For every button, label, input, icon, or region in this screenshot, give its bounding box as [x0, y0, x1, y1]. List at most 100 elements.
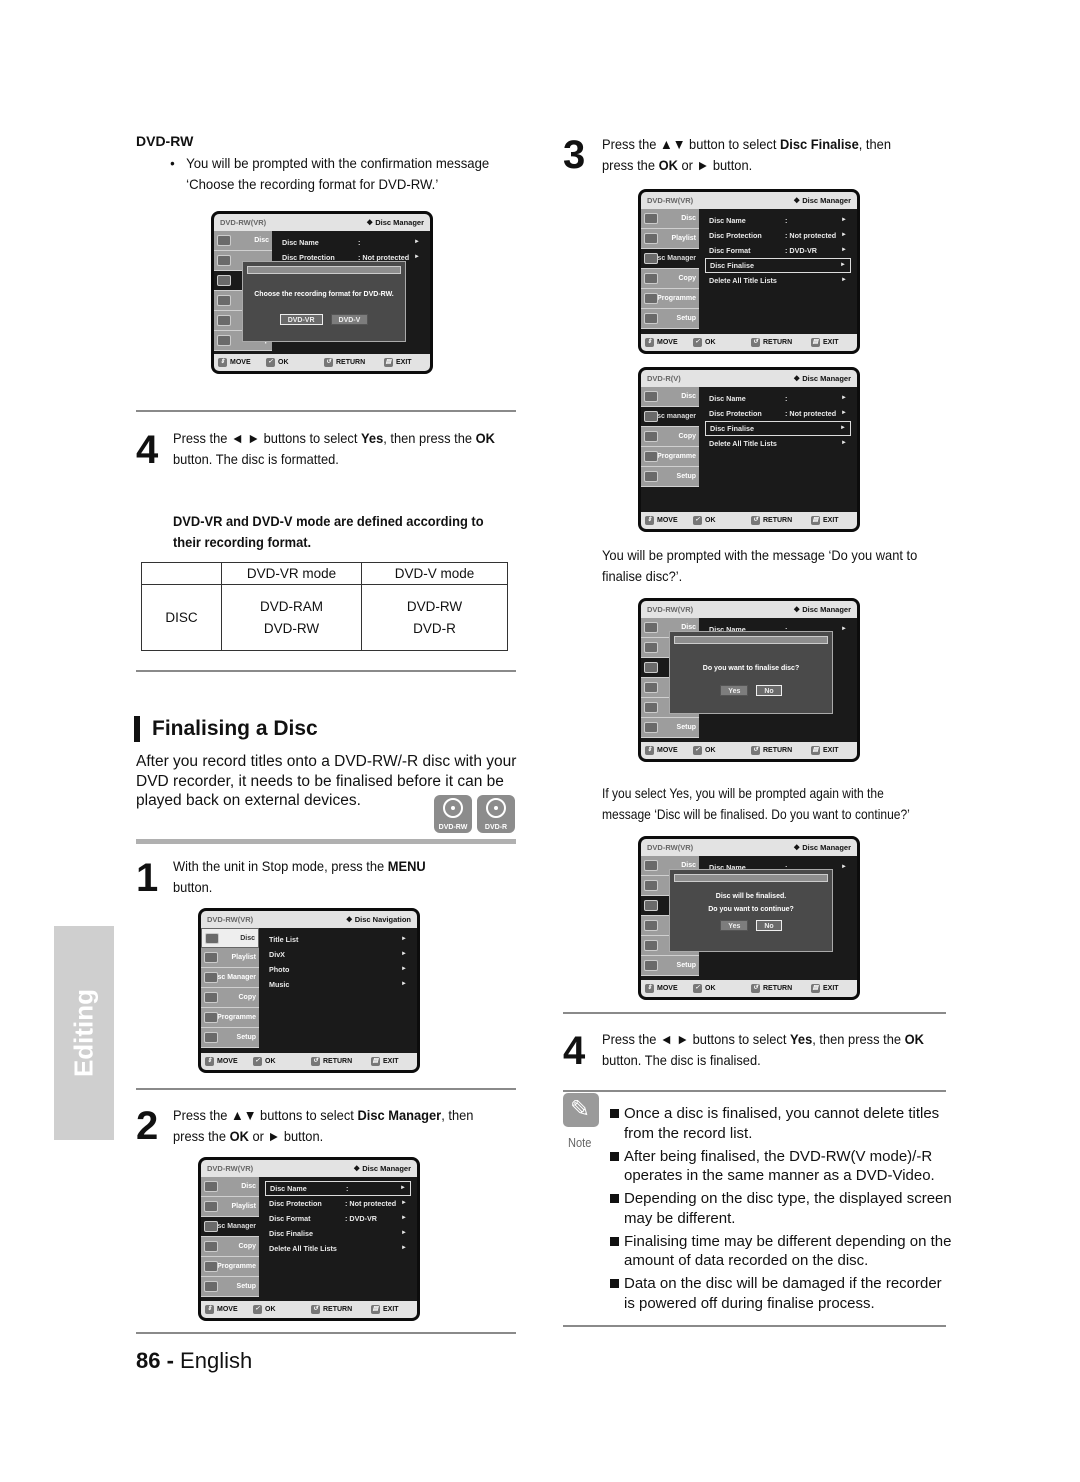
osd-format-prompt: DVD-RW(VR)❖ Disc Manager Disc Navigation… — [211, 211, 433, 374]
menu-row[interactable]: Disc Name: ► — [265, 1181, 411, 1196]
menu-row[interactable]: Disc Finalise ► — [705, 258, 851, 273]
menu-disc-manager[interactable]: Disc Manager — [201, 968, 259, 988]
menu-row[interactable]: Disc Protection: Not protected ► — [705, 406, 851, 421]
disc-manager-icon — [644, 662, 658, 673]
setup-icon — [644, 722, 658, 733]
menu-row[interactable]: Disc Finalise ► — [265, 1226, 411, 1241]
menu-row[interactable]: Music ► — [265, 977, 411, 992]
table-cell: DVD-RW DVD-R — [361, 584, 508, 651]
mode-table: DVD-VR mode DVD-V mode DISC DVD-RAM DVD-R… — [141, 562, 508, 651]
menu-row[interactable]: Delete All Title Lists ► — [705, 273, 851, 288]
playlist-icon — [204, 1201, 218, 1212]
step-number: 1 — [136, 856, 158, 900]
menu-row[interactable]: Disc Name: ► — [705, 391, 851, 406]
return-icon: ↺ — [751, 516, 760, 525]
ok-icon: ✓ — [266, 358, 275, 367]
continue-dialog-line1: Disc will be finalised. — [715, 893, 787, 900]
section-tab: Editing — [54, 926, 114, 1140]
yes-button[interactable]: Yes — [720, 685, 749, 696]
no-button[interactable]: No — [756, 685, 782, 696]
exit-icon: ▤ — [811, 984, 820, 993]
copy-icon — [644, 431, 658, 442]
menu-row[interactable]: Disc Format: DVD-VR ► — [705, 243, 851, 258]
divider — [136, 670, 516, 672]
step-3-text: Press the ▲▼ button to select Disc Final… — [602, 136, 891, 173]
note-list: Once a disc is finalised, you cannot del… — [608, 1104, 953, 1317]
dvd-v-button[interactable]: DVD-V — [330, 314, 369, 325]
menu-row[interactable]: Disc Finalise ► — [705, 421, 851, 436]
exit-icon: ▤ — [811, 746, 820, 755]
setup-icon — [217, 335, 231, 346]
continue-dialog-line2: Do you want to continue? — [708, 906, 794, 913]
menu-row[interactable]: Disc Protection: Not protected ► — [705, 228, 851, 243]
setup-icon — [204, 1032, 218, 1043]
divider — [136, 839, 516, 844]
disc-navigation-icon — [644, 213, 658, 224]
format-dialog-message: Choose the recording format for DVD-RW. — [254, 291, 394, 298]
menu-programme[interactable]: Programme — [201, 1008, 259, 1028]
step-number: 2 — [136, 1104, 158, 1148]
note-item: Depending on the disc type, the displaye… — [608, 1189, 953, 1228]
note-item: After being finalised, the DVD-RW(V mode… — [608, 1147, 953, 1186]
playlist-icon — [204, 952, 218, 963]
programme-icon — [644, 451, 658, 462]
finalise-dialog: Do you want to finalise disc? Yes No — [669, 631, 833, 714]
menu-row[interactable]: Disc Format: DVD-VR ► — [265, 1211, 411, 1226]
exit-icon: ▤ — [384, 358, 393, 367]
menu-setup[interactable]: Setup — [201, 1028, 259, 1048]
note-item: Data on the disc will be damaged if the … — [608, 1274, 953, 1313]
ok-icon: ✓ — [693, 746, 702, 755]
note-item: Once a disc is finalised, you cannot del… — [608, 1104, 953, 1143]
menu-row[interactable]: Disc Name: ► — [705, 213, 851, 228]
move-icon: ⇕ — [645, 984, 654, 993]
menu-row[interactable]: DivX ► — [265, 947, 411, 962]
menu-row[interactable]: Disc Protection: Not protected ► — [265, 1196, 411, 1211]
menu-row[interactable]: Delete All Title Lists ► — [705, 436, 851, 451]
heading-marker — [134, 716, 140, 742]
move-icon: ⇕ — [645, 746, 654, 755]
no-button[interactable]: No — [756, 920, 782, 931]
step-4-finalise-text: Press the ◄ ► buttons to select Yes, the… — [602, 1031, 924, 1068]
exit-icon: ▤ — [371, 1057, 380, 1066]
step-number: 4 — [563, 1029, 585, 1073]
disc-manager-icon — [644, 253, 658, 264]
menu-row[interactable]: Title List ► — [265, 932, 411, 947]
disc-navigation-icon — [205, 933, 219, 944]
osd-continue-prompt: DVD-RW(VR)❖ Disc Manager Disc Navigation… — [638, 836, 860, 1000]
move-icon: ⇕ — [205, 1305, 214, 1314]
copy-icon — [204, 992, 218, 1003]
disc-manager-icon — [217, 275, 231, 286]
page-footer: 86 - English — [136, 1348, 253, 1373]
disc-navigation-icon — [217, 235, 231, 246]
copy-icon — [644, 273, 658, 284]
disc-manager-icon — [204, 972, 218, 983]
prompt-finalise-text: You will be prompted with the message ‘D… — [602, 547, 918, 584]
step-4-format-text: Press the ◄ ► buttons to select Yes, the… — [173, 430, 495, 467]
ok-icon: ✓ — [693, 338, 702, 347]
table-header — [141, 562, 222, 585]
format-dialog: Choose the recording format for DVD-RW. … — [242, 261, 406, 342]
menu-row[interactable]: Photo ► — [265, 962, 411, 977]
ok-icon: ✓ — [253, 1057, 262, 1066]
menu-copy[interactable]: Copy — [201, 988, 259, 1008]
language-label: English — [180, 1348, 253, 1373]
menu-disc-navigation[interactable]: Disc Navigation — [201, 928, 259, 962]
menu-row[interactable]: Delete All Title Lists ► — [265, 1241, 411, 1256]
playlist-icon — [217, 255, 231, 266]
chevron-right-icon: ► — [401, 981, 407, 987]
pencil-note-icon — [563, 1093, 599, 1127]
return-icon: ↺ — [751, 338, 760, 347]
yes-button[interactable]: Yes — [720, 920, 749, 931]
dvd-vr-button[interactable]: DVD-VR — [279, 314, 323, 325]
divider — [136, 410, 516, 412]
osd-dvd-r-disc-manager: DVD-R(V)❖ Disc Manager Disc Navigation D… — [638, 367, 860, 532]
menu-playlist[interactable]: Playlist — [201, 948, 259, 968]
move-icon: ⇕ — [218, 358, 227, 367]
disc-navigation-icon — [644, 391, 658, 402]
return-icon: ↺ — [324, 358, 333, 367]
copy-icon — [204, 1241, 218, 1252]
move-icon: ⇕ — [645, 516, 654, 525]
page-number: 86 — [136, 1348, 161, 1373]
table-header: DVD-VR mode — [221, 562, 362, 585]
dvd-rw-disc-icon: DVD-RW — [434, 795, 472, 833]
